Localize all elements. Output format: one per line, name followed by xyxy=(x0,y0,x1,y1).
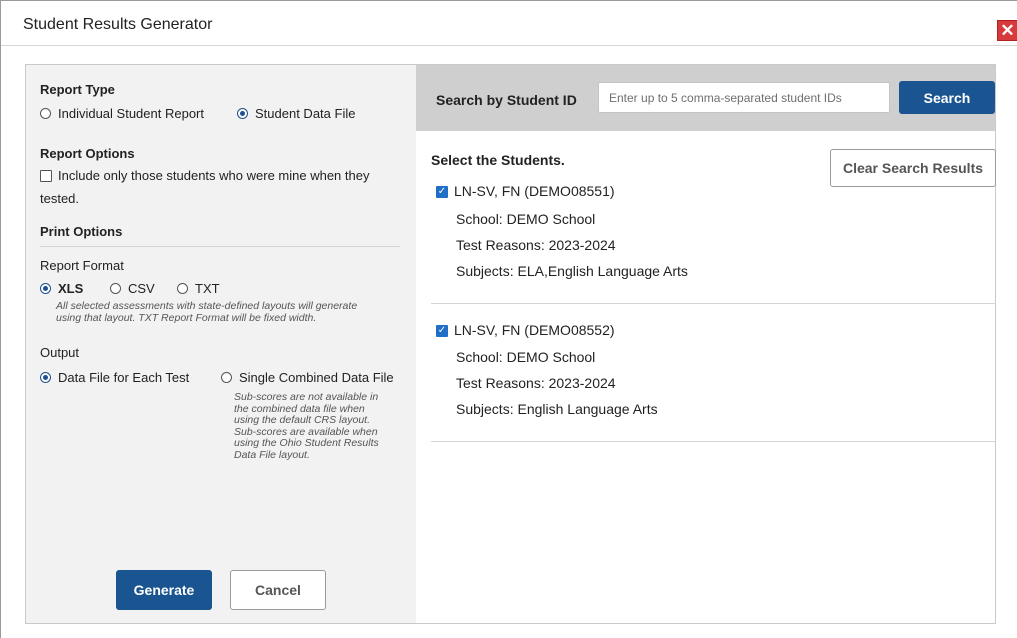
search-button[interactable]: Search xyxy=(899,81,995,114)
dialog-titlebar: Student Results Generator ✕ xyxy=(1,1,1017,46)
close-icon[interactable]: ✕ xyxy=(997,20,1017,41)
generate-button[interactable]: Generate xyxy=(116,570,212,610)
check-icon[interactable]: ✓ xyxy=(436,186,448,198)
format-note-line1: All selected assessments with state-defi… xyxy=(56,300,358,312)
output-combined-label[interactable]: Single Combined Data File xyxy=(239,370,394,385)
cancel-button[interactable]: Cancel xyxy=(230,570,326,610)
format-txt-label[interactable]: TXT xyxy=(195,281,220,296)
report-type-data-file-label[interactable]: Student Data File xyxy=(255,106,355,121)
report-options-heading: Report Options xyxy=(40,146,135,161)
radio-icon[interactable] xyxy=(110,283,121,294)
report-format-label: Report Format xyxy=(40,258,124,273)
checkbox-icon[interactable] xyxy=(40,170,52,182)
radio-icon[interactable] xyxy=(221,372,232,383)
format-xls-label[interactable]: XLS xyxy=(58,281,83,296)
student-school: School: DEMO School xyxy=(456,211,596,227)
student-test-reasons: Test Reasons: 2023-2024 xyxy=(456,375,616,391)
student-divider xyxy=(431,441,996,442)
student-divider xyxy=(431,303,996,304)
radio-selected-icon[interactable] xyxy=(237,108,248,119)
output-note-line6: Data File layout. xyxy=(234,448,310,461)
output-note-line5: using the Ohio Student Results xyxy=(234,437,379,449)
mine-when-tested-label-line2[interactable]: tested. xyxy=(40,191,79,206)
options-panel: Report Type Individual Student Report St… xyxy=(26,65,416,623)
radio-selected-icon[interactable] xyxy=(40,283,51,294)
student-id-search-input[interactable] xyxy=(598,82,890,113)
content-frame: Report Type Individual Student Report St… xyxy=(25,64,996,624)
check-icon[interactable]: ✓ xyxy=(436,325,448,337)
output-label: Output xyxy=(40,345,80,360)
select-students-heading: Select the Students. xyxy=(431,152,565,168)
report-type-individual-label[interactable]: Individual Student Report xyxy=(58,106,204,121)
mine-when-tested-label-line1[interactable]: Include only those students who were min… xyxy=(58,168,369,183)
output-note-line3: using the default CRS layout. xyxy=(234,414,370,426)
dialog-title: Student Results Generator xyxy=(23,16,213,33)
search-label: Search by Student ID xyxy=(436,92,577,108)
student-selection-panel: Search by Student ID Search Select the S… xyxy=(416,65,996,623)
student-name[interactable]: LN-SV, FN (DEMO08552) xyxy=(454,322,615,338)
clear-search-results-button[interactable]: Clear Search Results xyxy=(830,149,996,187)
format-csv-label[interactable]: CSV xyxy=(128,281,155,296)
student-subjects: Subjects: ELA,English Language Arts xyxy=(456,263,688,279)
student-test-reasons: Test Reasons: 2023-2024 xyxy=(456,237,616,253)
report-type-heading: Report Type xyxy=(40,82,115,97)
format-note-line2: using that layout. TXT Report Format wil… xyxy=(56,312,317,324)
output-each-test-label[interactable]: Data File for Each Test xyxy=(58,370,189,385)
student-name[interactable]: LN-SV, FN (DEMO08551) xyxy=(454,183,615,199)
student-results-generator-dialog: Student Results Generator ✕ Report Type … xyxy=(0,0,1017,638)
print-options-divider xyxy=(40,246,400,247)
student-subjects: Subjects: English Language Arts xyxy=(456,401,658,417)
search-bar: Search by Student ID Search xyxy=(416,65,995,131)
radio-selected-icon[interactable] xyxy=(40,372,51,383)
print-options-heading: Print Options xyxy=(40,224,123,239)
radio-icon[interactable] xyxy=(40,108,51,119)
radio-icon[interactable] xyxy=(177,283,188,294)
output-note-line1: Sub-scores are not available in xyxy=(234,391,379,403)
student-school: School: DEMO School xyxy=(456,349,596,365)
